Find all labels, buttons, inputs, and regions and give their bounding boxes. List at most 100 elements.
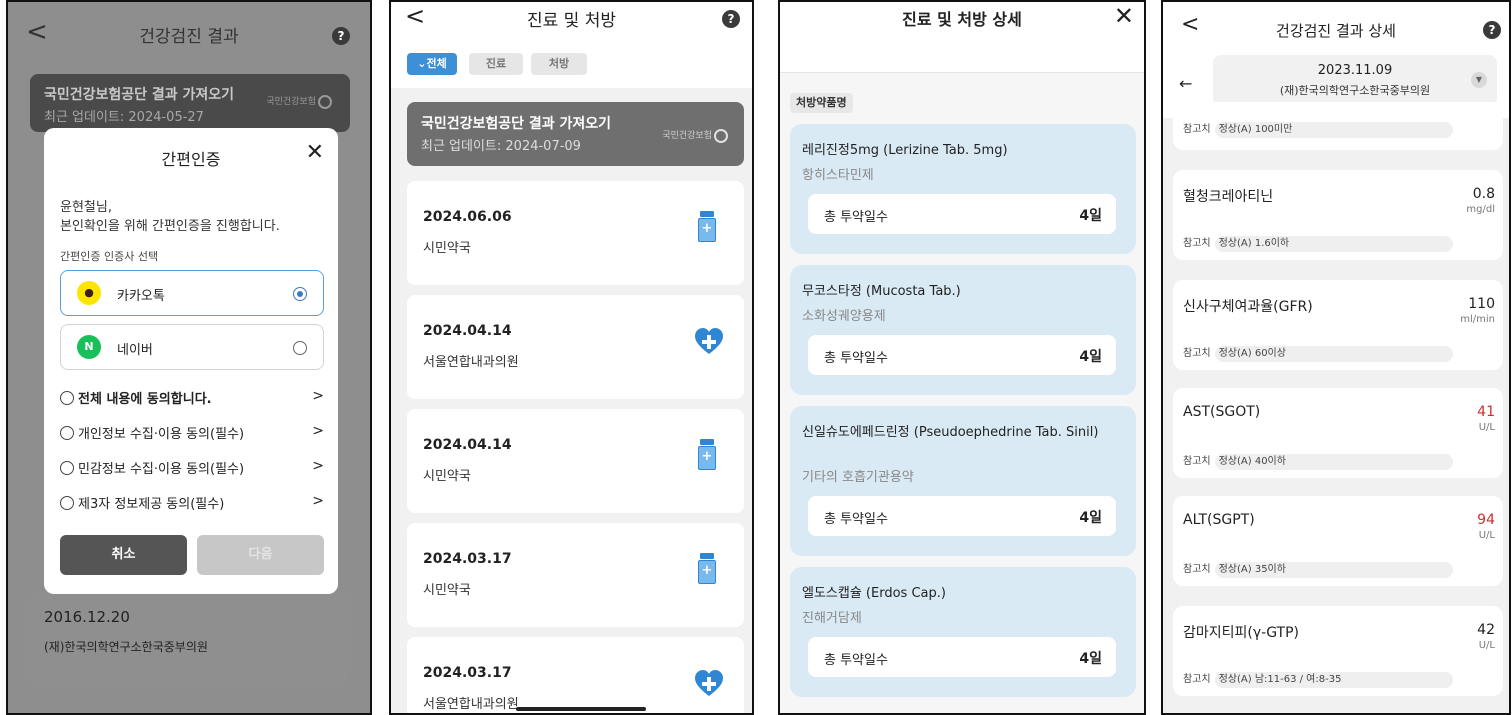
lab-test-unit: U/L bbox=[1478, 422, 1495, 433]
close-icon[interactable]: ✕ bbox=[306, 140, 324, 165]
filter-chip-prescription[interactable]: 처방 bbox=[531, 53, 587, 75]
chevron-right-icon[interactable]: > bbox=[312, 458, 324, 474]
record-card[interactable]: 2024.03.17 서울연합내과의원 bbox=[407, 637, 744, 713]
help-icon[interactable]: ? bbox=[1483, 21, 1501, 39]
record-card[interactable]: 2024.06.06 시민약국 bbox=[407, 181, 744, 285]
lab-test-unit: U/L bbox=[1478, 530, 1495, 541]
record-place: 서울연합내과의원 bbox=[423, 355, 519, 370]
provider-option-kakao[interactable]: ● 카카오톡 bbox=[60, 270, 324, 316]
record-card[interactable]: 2024.04.14 서울연합내과의원 bbox=[407, 295, 744, 399]
checkup-history-card[interactable]: 2016.12.20 (재)한국의학연구소한국중부의원 bbox=[30, 592, 350, 682]
treatment-prescription-screen: < 진료 및 처방 ? ⌄전체 진료 처방 국민건강보험공단 결과 가져오기 최… bbox=[389, 0, 754, 715]
drug-class: 항히스타민제 bbox=[802, 168, 874, 183]
radio-selected[interactable] bbox=[293, 287, 307, 301]
pill-bottle-icon bbox=[698, 211, 716, 243]
drug-class: 진해거담제 bbox=[802, 611, 862, 626]
chevron-right-icon[interactable]: > bbox=[312, 423, 324, 439]
reference-value: 정상(A) 35이하 bbox=[1214, 562, 1453, 578]
reference-row: 참고치 정상(A) 100미만 bbox=[1183, 120, 1453, 138]
dosage-days-box: 총 투약일수 4일 bbox=[808, 496, 1116, 536]
circle-check-icon[interactable] bbox=[60, 461, 74, 475]
record-card[interactable]: 2024.04.14 시민약국 bbox=[407, 409, 744, 513]
record-date: 2024.04.14 bbox=[423, 323, 512, 339]
agree-label: 제3자 정보제공 동의(필수) bbox=[78, 497, 225, 512]
lab-test-name: AST(SGOT) bbox=[1183, 404, 1261, 420]
reference-value: 정상(A) 40이하 bbox=[1214, 454, 1453, 470]
reference-value: 정상(A) 100미만 bbox=[1214, 122, 1453, 138]
reference-label: 참고치 bbox=[1183, 348, 1211, 359]
reference-value: 정상(A) 60이상 bbox=[1214, 346, 1453, 362]
home-indicator[interactable] bbox=[516, 707, 646, 711]
health-checkup-screen: < 건강검진 결과 ? 국민건강보험공단 결과 가져오기 최근 업데이트: 20… bbox=[6, 0, 372, 715]
drug-card: 레리진정5mg (Lerizine Tab. 5mg) 항히스타민제 총 투약일… bbox=[790, 124, 1136, 254]
reference-label: 참고치 bbox=[1183, 238, 1211, 249]
agree-label: 개인정보 수집·이용 동의(필수) bbox=[78, 427, 245, 442]
reference-row: 참고치 정상(A) 60이상 bbox=[1183, 344, 1453, 362]
dosage-days-label: 총 투약일수 bbox=[824, 351, 888, 366]
close-icon[interactable]: ✕ bbox=[1114, 2, 1134, 30]
circle-check-icon[interactable] bbox=[60, 391, 74, 405]
lab-test-value: 42 bbox=[1477, 622, 1495, 638]
filter-chip-all[interactable]: ⌄전체 bbox=[407, 53, 457, 75]
nhis-import-card[interactable]: 국민건강보험공단 결과 가져오기 최근 업데이트: 2024-05-27 국민건… bbox=[30, 74, 350, 132]
next-button[interactable]: 다음 bbox=[197, 535, 324, 575]
nhis-import-card[interactable]: 국민건강보험공단 결과 가져오기 최근 업데이트: 2024-07-09 국민건… bbox=[407, 102, 744, 166]
circle-check-icon[interactable] bbox=[60, 426, 74, 440]
drug-name: 엘도스캡슐 (Erdos Cap.) bbox=[802, 586, 946, 601]
checkup-date: 2023.11.09 bbox=[1317, 63, 1393, 78]
radio-unselected[interactable] bbox=[293, 341, 307, 355]
cancel-button[interactable]: 취소 bbox=[60, 535, 187, 575]
record-card[interactable]: 2024.03.17 시민약국 bbox=[407, 523, 744, 627]
arrow-left-icon[interactable]: ← bbox=[1179, 74, 1192, 93]
agree-sensitive-info[interactable]: 민감정보 수집·이용 동의(필수) > bbox=[60, 458, 324, 480]
chevron-right-icon[interactable]: > bbox=[312, 493, 324, 509]
dosage-days-value: 4일 bbox=[1079, 651, 1102, 667]
reference-row: 참고치 정상(A) 35이하 bbox=[1183, 560, 1453, 578]
record-date: 2024.04.14 bbox=[423, 437, 512, 453]
dosage-days-box: 총 투약일수 4일 bbox=[808, 335, 1116, 375]
checkup-hospital: (재)한국의학연구소한국중부의원 bbox=[44, 640, 208, 654]
modal-title: 간편인증 bbox=[161, 150, 221, 169]
provider-name: 네이버 bbox=[117, 343, 153, 358]
heart-plus-icon bbox=[694, 327, 724, 355]
help-icon[interactable]: ? bbox=[722, 10, 740, 28]
greeting-text: 윤현철님, 본인확인을 위해 간편인증을 진행합니다. bbox=[60, 198, 280, 236]
dosage-days-box: 총 투약일수 4일 bbox=[808, 637, 1116, 677]
provider-option-naver[interactable]: N 네이버 bbox=[60, 324, 324, 370]
lab-test-unit: U/L bbox=[1478, 640, 1495, 651]
dosage-days-value: 4일 bbox=[1079, 349, 1102, 365]
record-date: 2024.03.17 bbox=[423, 665, 512, 681]
agree-all[interactable]: 전체 내용에 동의합니다. > bbox=[60, 388, 324, 410]
record-list: 국민건강보험공단 결과 가져오기 최근 업데이트: 2024-07-09 국민건… bbox=[391, 88, 752, 713]
record-place: 시민약국 bbox=[423, 583, 471, 598]
pill-bottle-icon bbox=[698, 439, 716, 471]
lab-result-card: 감마지티피(γ-GTP) 42 U/L 참고치 정상(A) 남:11-63 / 여… bbox=[1173, 606, 1503, 696]
agree-personal-info[interactable]: 개인정보 수집·이용 동의(필수) > bbox=[60, 423, 324, 445]
checkup-date-selector[interactable]: 2023.11.09 (재)한국의학연구소한국중부의원 ▼ bbox=[1213, 55, 1497, 107]
page-title: 건강검진 결과 bbox=[139, 27, 239, 47]
agree-third-party[interactable]: 제3자 정보제공 동의(필수) > bbox=[60, 493, 324, 515]
checkup-hospital: (재)한국의학연구소한국중부의원 bbox=[1279, 84, 1431, 97]
chevron-right-icon[interactable]: > bbox=[312, 388, 324, 404]
help-icon[interactable]: ? bbox=[332, 27, 350, 45]
chevron-down-icon[interactable]: ▼ bbox=[1471, 72, 1487, 88]
lab-test-name: ALT(SGPT) bbox=[1183, 512, 1255, 528]
drug-class: 소화성궤양용제 bbox=[802, 309, 886, 324]
lab-test-name: 신사구체여과율(GFR) bbox=[1183, 299, 1313, 315]
checkup-detail-screen: < 건강검진 결과 상세 ? ← 2023.11.09 (재)한국의학연구소한국… bbox=[1161, 0, 1511, 715]
checkup-date: 2016.12.20 bbox=[44, 608, 130, 626]
provider-label: 간편인증 인증사 선택 bbox=[60, 250, 159, 263]
circle-check-icon[interactable] bbox=[60, 496, 74, 510]
drug-list: 처방약품명 레리진정5mg (Lerizine Tab. 5mg) 항히스타민제… bbox=[780, 73, 1144, 713]
drug-card: 신일슈도에페드린정 (Pseudoephedrine Tab. Sinil) 기… bbox=[790, 406, 1136, 556]
lab-result-card: 혈청크레아티닌 0.8 mg/dl 참고치 정상(A) 1.6이하 bbox=[1173, 170, 1503, 260]
record-date: 2024.06.06 bbox=[423, 209, 512, 225]
filter-chip-treatment[interactable]: 진료 bbox=[469, 53, 523, 75]
reference-label: 참고치 bbox=[1183, 674, 1211, 685]
drug-name: 레리진정5mg (Lerizine Tab. 5mg) bbox=[802, 143, 1008, 158]
reference-value: 정상(A) 남:11-63 / 여:8-35 bbox=[1214, 672, 1453, 688]
greeting-message: 본인확인을 위해 간편인증을 진행합니다. bbox=[60, 219, 280, 234]
heart-plus-icon bbox=[694, 669, 724, 697]
provider-name: 카카오톡 bbox=[117, 289, 165, 304]
dosage-days-label: 총 투약일수 bbox=[824, 512, 888, 527]
